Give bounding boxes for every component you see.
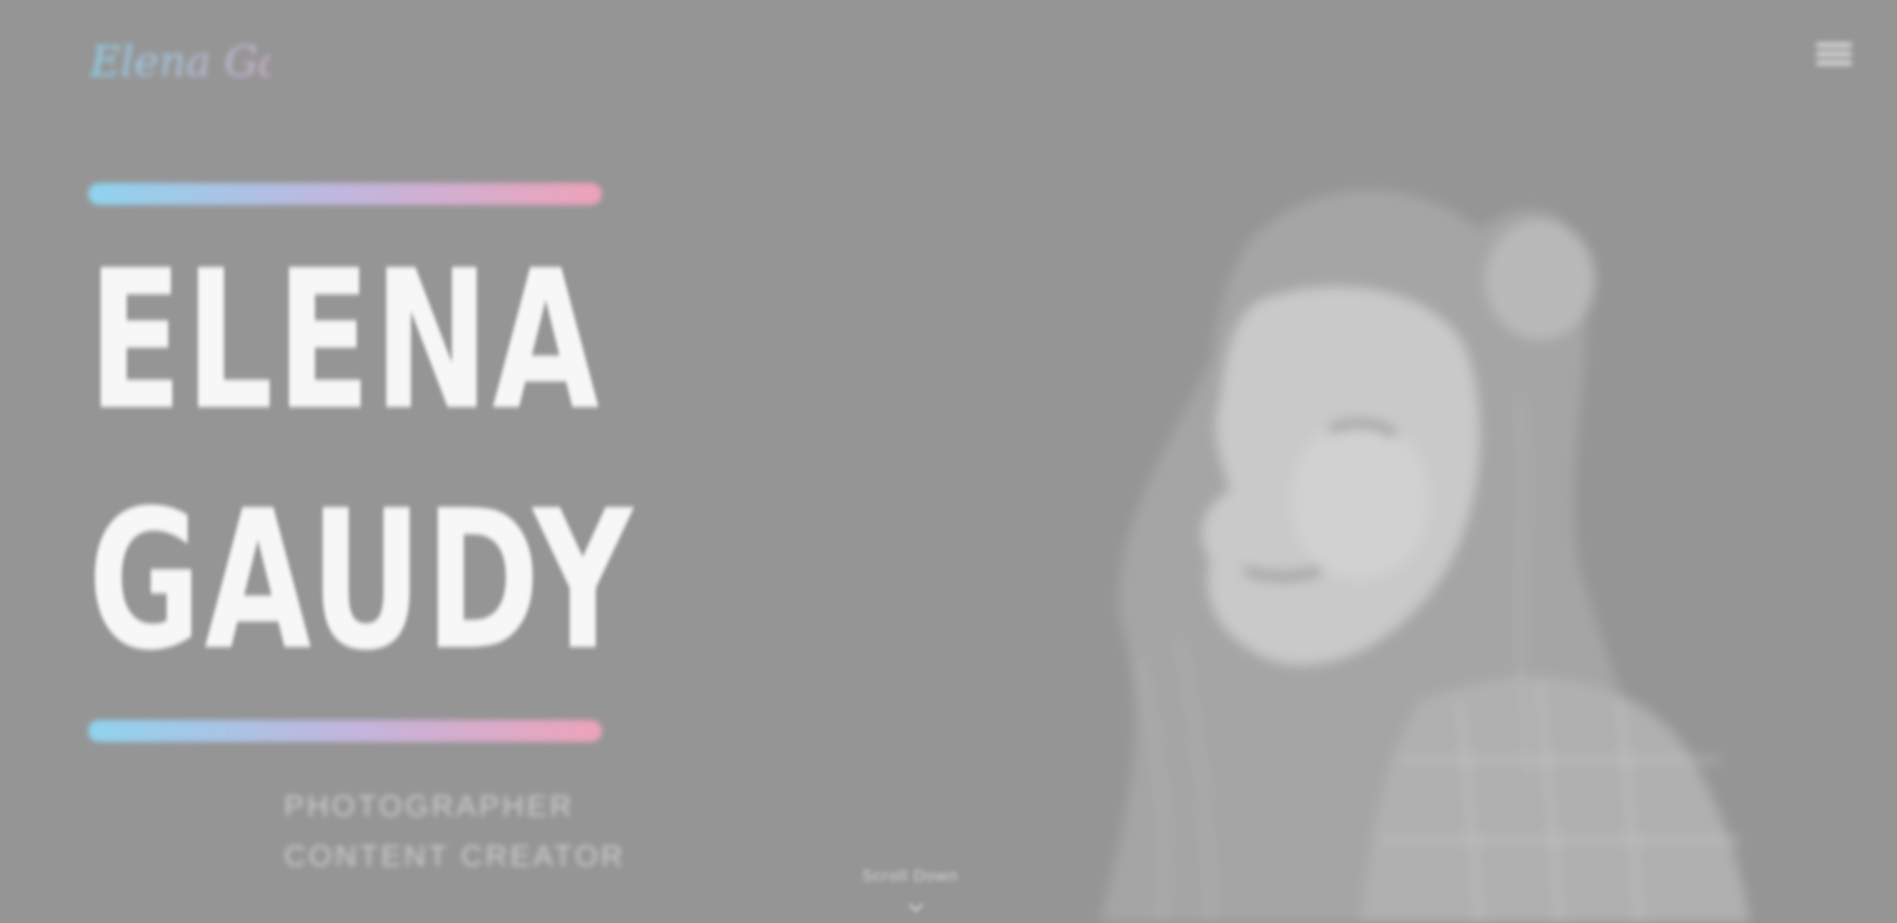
subtitle-role-2: CONTENT CREATOR: [284, 840, 626, 873]
accent-bar-bottom: [88, 720, 602, 742]
hero-name-first: ELENA: [88, 230, 603, 453]
portrait-photo: [1100, 190, 1750, 923]
hamburger-menu-icon: [1810, 43, 1858, 65]
site-logo[interactable]: Elena Gaudy: [86, 26, 270, 96]
hero-name: ELENA GAUDY: [88, 222, 636, 702]
accent-bar-top: [88, 183, 602, 205]
chevron-down-icon[interactable]: [908, 897, 924, 913]
scroll-down-link[interactable]: Scroll Down: [862, 868, 958, 886]
landing-page: Elena Gaudy ELENA GAUDY PHOTOGRAPHER CON…: [0, 0, 1897, 923]
subtitle-role-1: PHOTOGRAPHER: [284, 790, 575, 823]
menu-button[interactable]: [1810, 38, 1858, 72]
hero-subtitle: PHOTOGRAPHER CONTENT CREATOR: [284, 782, 626, 882]
logo-text: Elena Gaudy: [89, 37, 270, 86]
hero-name-last: GAUDY: [88, 470, 636, 693]
